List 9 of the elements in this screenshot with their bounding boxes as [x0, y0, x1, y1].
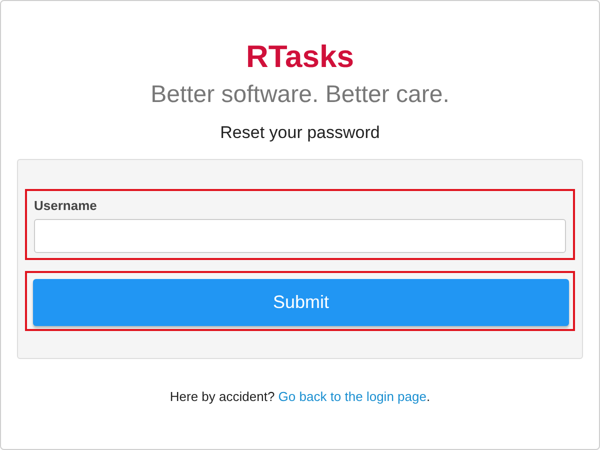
login-link[interactable]: Go back to the login page: [278, 389, 426, 404]
footer-text: Here by accident?: [170, 389, 275, 404]
field-label: Username: [34, 198, 98, 214]
footer-period: .: [426, 389, 430, 404]
submit-button[interactable]: Submit: [33, 279, 569, 326]
tagline: Better software. Better care.: [150, 81, 450, 109]
username-field[interactable]: [34, 219, 566, 253]
page-heading: Reset your password: [220, 123, 380, 143]
logo: RTasks: [246, 39, 354, 75]
